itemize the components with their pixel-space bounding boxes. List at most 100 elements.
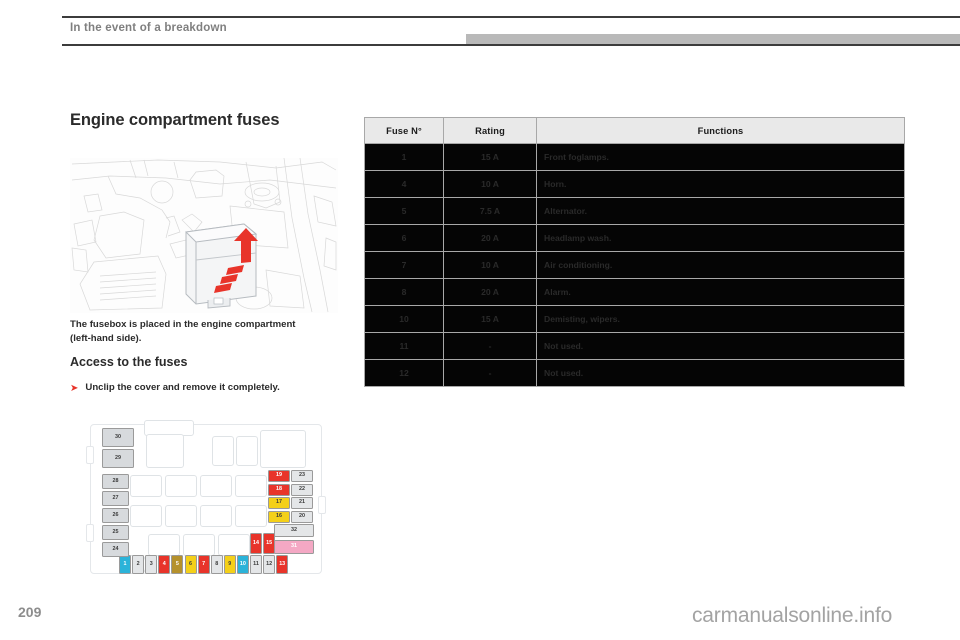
- cell-func: Air conditioning.: [536, 251, 905, 279]
- cell-func: Alarm.: [536, 278, 905, 306]
- cell-num: 7: [364, 251, 444, 279]
- fuse-chip-11[interactable]: 11: [250, 555, 262, 574]
- relay-slot: [200, 475, 232, 497]
- fusebox-location-text: The fusebox is placed in the engine comp…: [70, 319, 296, 344]
- cell-func: Front foglamps.: [536, 143, 905, 171]
- cell-func: Not used.: [536, 359, 905, 387]
- relay-slot: [236, 436, 258, 466]
- fuse-chip-27[interactable]: 27: [102, 491, 129, 506]
- page-number: 209: [18, 604, 42, 620]
- manual-page: In the event of a breakdown Engine compa…: [0, 0, 960, 640]
- fuse-chip-32[interactable]: 32: [274, 524, 314, 537]
- column-header-functions: Functions: [536, 117, 905, 144]
- relay-slot: [130, 475, 162, 497]
- cell-rating: 10 A: [443, 170, 537, 198]
- cell-rating: 15 A: [443, 305, 537, 333]
- relay-slot: [130, 505, 162, 527]
- section-heading: Engine compartment fuses: [70, 111, 280, 129]
- relay-slot: [146, 434, 184, 468]
- cell-num: 8: [364, 278, 444, 306]
- fuse-chip-14[interactable]: 14: [250, 533, 262, 554]
- cell-num: 4: [364, 170, 444, 198]
- board-tab-left-upper: [86, 446, 94, 464]
- fuse-chip-13[interactable]: 13: [276, 555, 289, 574]
- relay-slot: [148, 534, 180, 556]
- cell-rating: -: [443, 359, 537, 387]
- table-header-row: Fuse N° Rating Functions: [364, 117, 905, 144]
- fuse-table-container: Fuse N° Rating Functions 1 15 A Front fogl…: [364, 117, 905, 387]
- table-row: 4 10 A Horn.: [364, 170, 905, 198]
- fuse-chip-6[interactable]: 6: [184, 555, 197, 574]
- relay-slot: [235, 475, 267, 497]
- fuse-chip-20[interactable]: 20: [291, 510, 313, 523]
- fuse-chip-23[interactable]: 23: [291, 470, 313, 482]
- relay-slot: [218, 534, 250, 556]
- relay-slot: [260, 430, 306, 468]
- fuse-chip-4[interactable]: 4: [158, 555, 171, 574]
- table-row: 12- Not used.: [364, 359, 905, 387]
- fuse-table-body: 1 15 A Front foglamps. 4 10 A Horn. 5 7.5 A Alte…: [364, 143, 905, 387]
- fuse-chip-7[interactable]: 7: [197, 555, 210, 574]
- fuse-chip-22[interactable]: 22: [291, 483, 313, 496]
- table-row: 1 15 A Front foglamps.: [364, 143, 905, 171]
- engine-compartment-fusebox-photo: [70, 158, 338, 313]
- board-tab-right: [318, 496, 326, 514]
- fuse-table: Fuse N° Rating Functions 1 15 A Front fogl…: [364, 117, 905, 387]
- cell-num: 1: [364, 143, 444, 171]
- fuse-chip-24[interactable]: 24: [102, 542, 129, 557]
- relay-slot: [165, 505, 197, 527]
- watermark: carmanualsonline.info: [692, 604, 893, 627]
- cell-num: 10: [364, 305, 444, 333]
- page-header: In the event of a breakdown: [0, 0, 960, 46]
- fuse-chip-1[interactable]: 1: [119, 555, 131, 574]
- cell-rating: 20 A: [443, 224, 537, 252]
- fuse-chip-5[interactable]: 5: [171, 555, 184, 574]
- header-rule-top: [62, 16, 960, 18]
- relay-slot: [235, 505, 267, 527]
- fusebox-layout-diagram: 1 2 3 4 5 6 7 8 9 10 11 12 13 14 15 19 23 18 22 17 21 16 20 32 3…: [70, 420, 338, 579]
- fuse-chip-3[interactable]: 3: [145, 555, 158, 574]
- fuse-chip-18[interactable]: 18: [268, 483, 290, 496]
- table-row: 5 7.5 A Alternator.: [364, 197, 905, 225]
- page-title: In the event of a breakdown: [70, 22, 227, 34]
- fuse-chip-2[interactable]: 2: [132, 555, 145, 574]
- relay-slot: [183, 534, 215, 556]
- fuse-chip-9[interactable]: 9: [223, 555, 236, 574]
- board-tab-left-lower: [86, 524, 94, 542]
- cell-num: 5: [364, 197, 444, 225]
- fuse-chip-25[interactable]: 25: [102, 525, 129, 540]
- table-row: 6 20 A Headlamp wash.: [364, 224, 905, 252]
- fuse-chip-19[interactable]: 19: [268, 470, 290, 482]
- fuse-chip-28[interactable]: 28: [102, 474, 129, 489]
- table-row: 7 10 A Air conditioning.: [364, 251, 905, 279]
- fuse-chip-16[interactable]: 16: [268, 510, 290, 523]
- cell-rating: 20 A: [443, 278, 537, 306]
- cell-func: Headlamp wash.: [536, 224, 905, 252]
- fuse-chip-31[interactable]: 31: [274, 540, 314, 554]
- column-header-fuse-number: Fuse N°: [364, 117, 444, 144]
- relay-slot: [200, 505, 232, 527]
- cell-rating: 7.5 A: [443, 197, 537, 225]
- column-header-rating: Rating: [443, 117, 537, 144]
- table-row: 10 15 A Demisting, wipers.: [364, 305, 905, 333]
- fuse-chip-10[interactable]: 10: [236, 555, 249, 574]
- relay-slot: [212, 436, 234, 466]
- cell-num: 11: [364, 332, 444, 360]
- relay-slot: [165, 475, 197, 497]
- red-arrow-bullet-icon: ➤: [70, 383, 79, 394]
- cell-func: Alternator.: [536, 197, 905, 225]
- instruction-text: Unclip the cover and remove it completel…: [85, 382, 280, 393]
- engine-compartment-photo: [70, 158, 338, 313]
- fuse-chip-26[interactable]: 26: [102, 508, 129, 523]
- fuse-chip-8[interactable]: 8: [210, 555, 223, 574]
- cell-rating: 10 A: [443, 251, 537, 279]
- cell-num: 6: [364, 224, 444, 252]
- cell-num: 12: [364, 359, 444, 387]
- fuse-chip-12[interactable]: 12: [263, 555, 276, 574]
- fuse-chip-29[interactable]: 29: [102, 449, 134, 468]
- fuse-chip-17[interactable]: 17: [268, 497, 290, 510]
- instruction-bullet: ➤ Unclip the cover and remove it complet…: [70, 382, 338, 394]
- table-row: 8 20 A Alarm.: [364, 278, 905, 306]
- fuse-chip-21[interactable]: 21: [291, 497, 313, 510]
- fuse-chip-30[interactable]: 30: [102, 428, 134, 447]
